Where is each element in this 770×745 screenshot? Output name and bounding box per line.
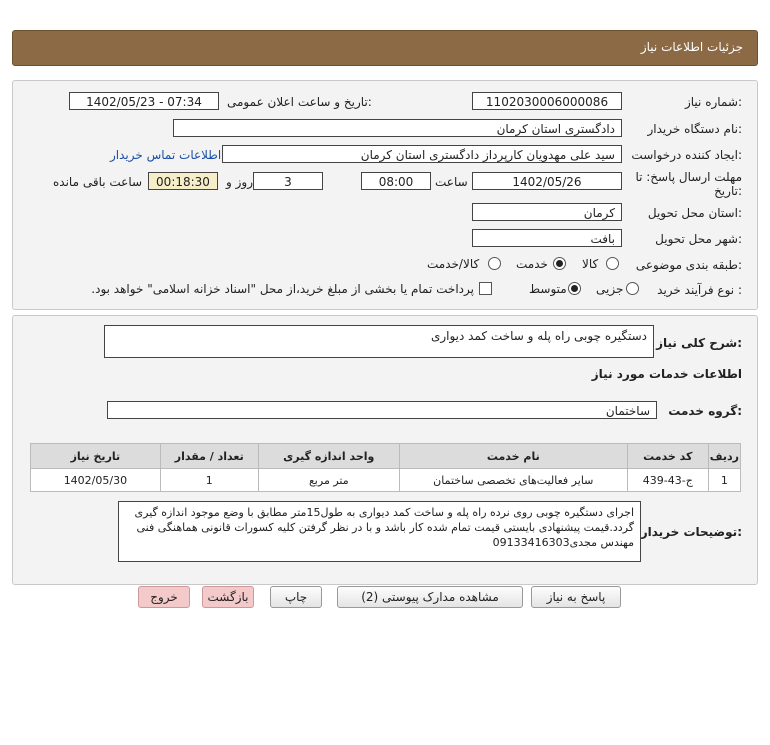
- announce-datetime-label: تاریخ و ساعت اعلان عمومی:: [227, 95, 372, 109]
- category-radio-service[interactable]: [553, 257, 566, 270]
- cell-unit: متر مربع: [257, 468, 400, 492]
- announce-datetime-field: 1402/05/23 - 07:34: [69, 92, 219, 110]
- back-button[interactable]: بازگشت: [202, 586, 254, 608]
- need-info-panel: [12, 80, 758, 310]
- col-header-unit: واحد اندازه گیری: [257, 443, 400, 469]
- process-option-medium: متوسط: [529, 282, 567, 296]
- col-header-row-num: ردیف: [707, 443, 742, 469]
- col-header-need-date: تاریخ نیاز: [30, 443, 161, 469]
- col-header-service-code: کد خدمت: [626, 443, 709, 469]
- category-option-goods: کالا: [582, 257, 599, 271]
- category-radio-goods[interactable]: [606, 257, 619, 270]
- process-option-minor: جزیی: [596, 282, 624, 296]
- deadline-label-2: تاریخ:: [714, 184, 742, 198]
- category-label: طبقه بندی موضوعی:: [635, 258, 742, 272]
- deadline-time-field: 08:00: [361, 172, 431, 190]
- exit-button[interactable]: خروج: [138, 586, 190, 608]
- treasury-payment-checkbox[interactable]: [479, 282, 492, 295]
- days-field: 3: [253, 172, 323, 190]
- remaining-label: ساعت باقی مانده: [53, 175, 143, 189]
- print-button[interactable]: چاپ: [270, 586, 322, 608]
- contact-buyer-link[interactable]: اطلاعات تماس خریدار: [110, 148, 221, 162]
- cell-need-date: 1402/05/30: [30, 468, 161, 492]
- col-header-service-name: نام خدمت: [398, 443, 628, 469]
- table-row: 1 ج-43-439 سایر فعالیت‌های تخصصی ساختمان…: [30, 468, 742, 492]
- buyer-notes-field: اجرای دستگیره چوبی روی نرده راه پله و سا…: [118, 501, 641, 562]
- cell-service-code: ج-43-439: [626, 468, 709, 492]
- page-header: جزئیات اطلاعات نیاز: [12, 30, 758, 66]
- process-label: نوع فرآیند خرید :: [657, 283, 742, 297]
- view-attachments-button[interactable]: مشاهده مدارک پیوستی (2): [337, 586, 523, 608]
- category-option-goods-service: کالا/خدمت: [427, 257, 480, 271]
- city-field: بافت: [472, 229, 622, 247]
- creator-field: سید علی مهدویان کارپرداز دادگستری استان …: [222, 145, 622, 163]
- process-radio-medium[interactable]: [568, 282, 581, 295]
- province-label: استان محل تحویل:: [647, 206, 742, 220]
- buyer-notes-label: توضیحات خریدار:: [640, 525, 742, 539]
- deadline-label: مهلت ارسال پاسخ: تا: [635, 170, 742, 184]
- deadline-date-field: 1402/05/26: [472, 172, 622, 190]
- remaining-time-field: 00:18:30: [148, 172, 218, 190]
- category-option-service: خدمت: [516, 257, 548, 271]
- services-table: ردیف کد خدمت نام خدمت واحد اندازه گیری ت…: [30, 443, 742, 492]
- cell-quantity: 1: [159, 468, 259, 492]
- buyer-org-field: دادگستری استان کرمان: [173, 119, 622, 137]
- cell-service-name: سایر فعالیت‌های تخصصی ساختمان: [398, 468, 628, 492]
- days-label: روز و: [226, 175, 253, 189]
- services-section-title: اطلاعات خدمات مورد نیاز: [591, 367, 742, 381]
- table-header-row: ردیف کد خدمت نام خدمت واحد اندازه گیری ت…: [30, 443, 742, 469]
- province-field: کرمان: [472, 203, 622, 221]
- description-label: شرح کلی نیاز:: [656, 336, 742, 350]
- process-radio-minor[interactable]: [626, 282, 639, 295]
- buyer-org-label: نام دستگاه خریدار:: [647, 122, 743, 136]
- city-label: شهر محل تحویل:: [655, 232, 742, 246]
- need-number-label: شماره نیاز:: [684, 95, 742, 109]
- service-group-label: گروه خدمت:: [668, 404, 742, 418]
- treasury-payment-note: پرداخت تمام یا بخشی از مبلغ خرید،از محل …: [91, 282, 474, 296]
- time-label: ساعت: [435, 175, 468, 189]
- col-header-quantity: تعداد / مقدار: [159, 443, 259, 469]
- service-group-field: ساختمان: [107, 401, 657, 419]
- description-field: دستگیره چوبی راه پله و ساخت کمد دیواری: [104, 325, 654, 358]
- page-title: جزئیات اطلاعات نیاز: [640, 40, 743, 54]
- category-radio-goods-service[interactable]: [488, 257, 501, 270]
- creator-label: ایجاد کننده درخواست:: [631, 148, 742, 162]
- reply-button[interactable]: پاسخ به نیاز: [531, 586, 621, 608]
- cell-row-num: 1: [707, 468, 742, 492]
- need-number-field: 1102030006000086: [472, 92, 622, 110]
